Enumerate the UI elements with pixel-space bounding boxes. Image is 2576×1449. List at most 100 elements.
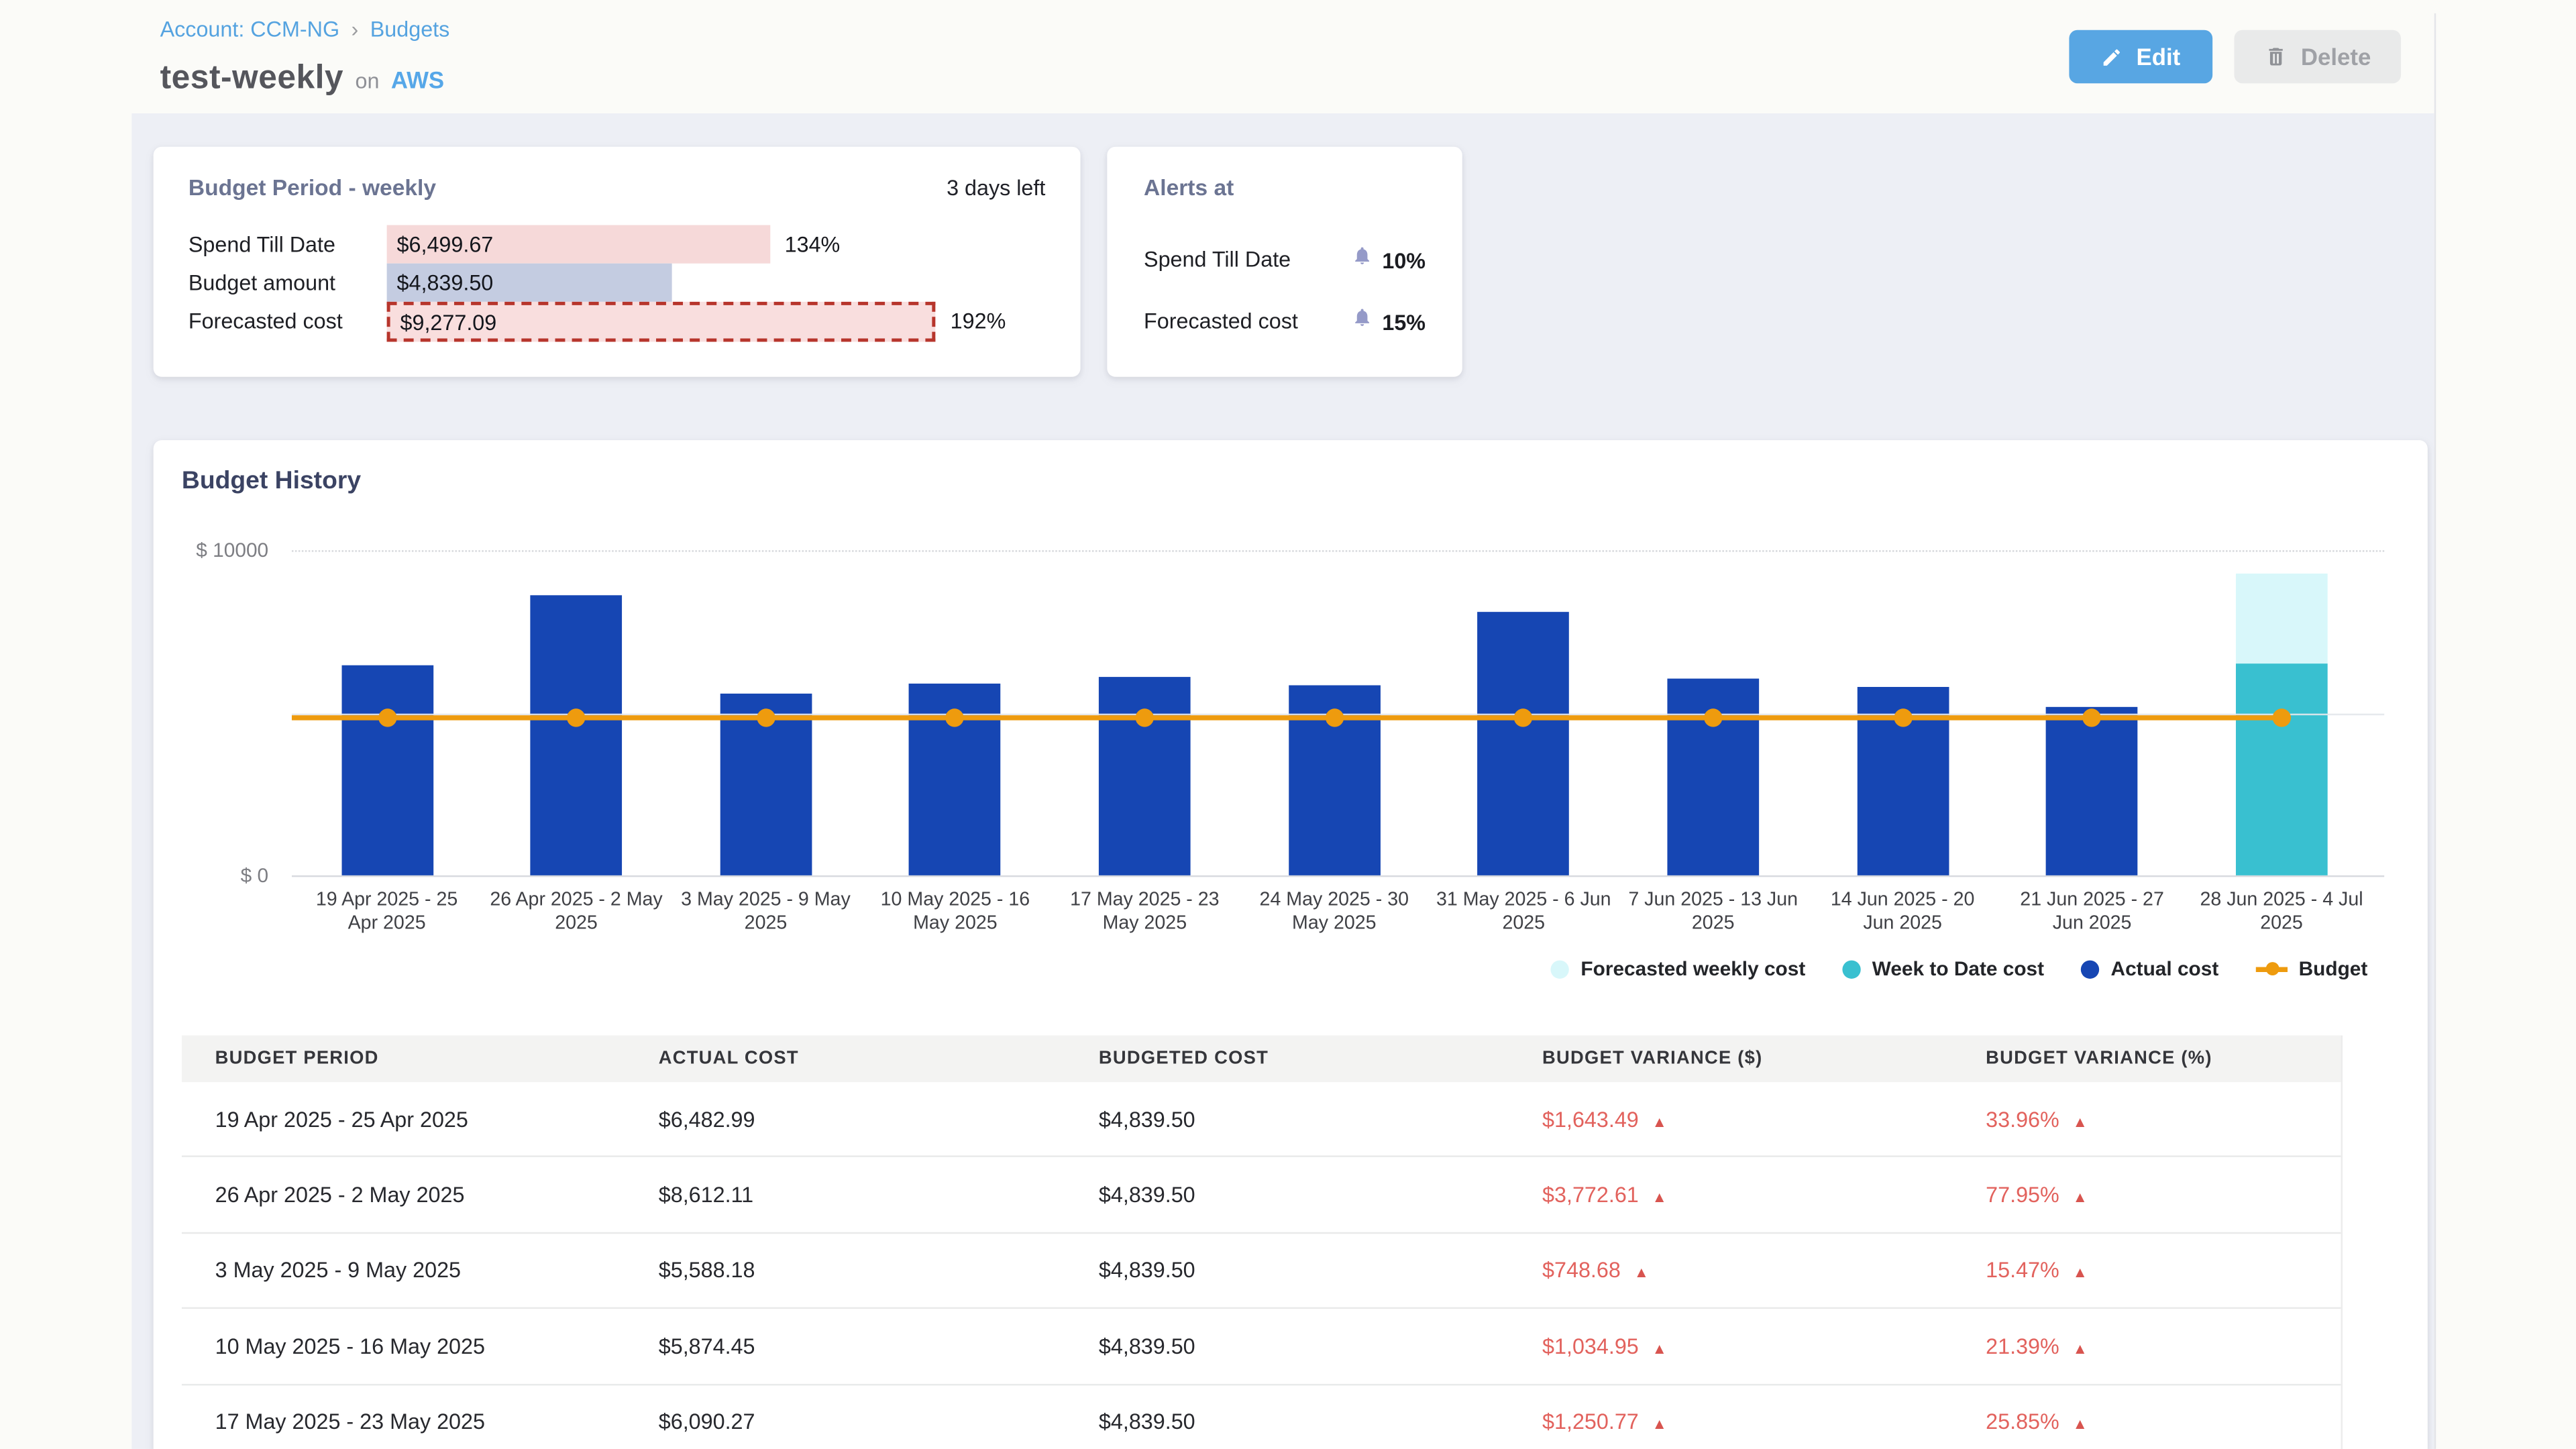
spend-till-date-value: $6,499.67 (387, 231, 494, 256)
budget-amount-bar: $4,839.50 (387, 264, 673, 302)
x-axis-label: 17 May 2025 - 23May 2025 (1044, 889, 1244, 936)
days-left-label: 3 days left (947, 175, 1045, 200)
trend-up-icon: ▲ (1652, 1340, 1667, 1357)
trend-up-icon: ▲ (2073, 1189, 2088, 1205)
cell-budget-period: 26 Apr 2025 - 2 May 2025 (182, 1182, 625, 1207)
forecasted-cost-row: Forecasted cost $9,277.09 192% (154, 302, 1081, 340)
x-axis-label: 28 Jun 2025 - 4 Jul2025 (2182, 889, 2381, 936)
actual-cost-bar[interactable] (1099, 678, 1191, 875)
legend-label: Actual cost (2111, 957, 2219, 981)
table-row: 3 May 2025 - 9 May 2025$5,588.18$4,839.5… (182, 1234, 2341, 1309)
alert-spend-threshold: 10% (1382, 248, 1426, 272)
x-axis-label: 24 May 2025 - 30May 2025 (1234, 889, 1434, 936)
breadcrumb: Account: CCM-NG›Budgets (160, 17, 450, 42)
table-header-cell: BUDGETED COST (1065, 1049, 1509, 1069)
budget-detail-page: Account: CCM-NG›Budgets test-weekly on A… (0, 0, 2576, 1449)
cell-budget-variance-pct: 33.96%▲ (1952, 1107, 2341, 1132)
alert-spend-label: Spend Till Date (1144, 247, 1291, 272)
scrollbar-track-border (2434, 13, 2436, 1449)
x-axis-label: 7 Jun 2025 - 13 Jun2025 (1613, 889, 1813, 936)
x-axis-label: 3 May 2025 - 9 May2025 (665, 889, 865, 936)
trash-icon (2264, 45, 2288, 68)
cell-budget-period: 3 May 2025 - 9 May 2025 (182, 1258, 625, 1283)
cell-budgeted-cost: $4,839.50 (1065, 1258, 1509, 1283)
table-row: 17 May 2025 - 23 May 2025$6,090.27$4,839… (182, 1385, 2341, 1449)
actual-cost-bar[interactable] (2046, 706, 2138, 875)
alert-row-forecast: Forecasted cost 15% (1107, 307, 1462, 337)
edit-button[interactable]: Edit (2069, 30, 2212, 84)
budget-line (292, 715, 2282, 720)
legend-label: Budget (2299, 957, 2368, 981)
budget-line-point (2272, 709, 2290, 727)
forecasted-cost-bar: $9,277.09 (387, 302, 936, 342)
breadcrumb-account-link[interactable]: Account: CCM-NG (160, 17, 340, 42)
cell-actual-cost: $5,588.18 (625, 1258, 1065, 1283)
cell-actual-cost: $5,874.45 (625, 1334, 1065, 1358)
cell-budget-variance-pct: 25.85%▲ (1952, 1409, 2341, 1434)
y-axis-max-label: $ 10000 (186, 539, 268, 562)
cell-budget-period: 17 May 2025 - 23 May 2025 (182, 1409, 625, 1434)
legend-item-week-to-date-cost[interactable]: Week to Date cost (1842, 957, 2044, 981)
title-on-text: on (356, 68, 380, 93)
x-axis-label: 31 May 2025 - 6 Jun2025 (1424, 889, 1623, 936)
legend-item-actual-cost[interactable]: Actual cost (2081, 957, 2219, 981)
bell-icon (1352, 307, 1373, 337)
cell-budgeted-cost: $4,839.50 (1065, 1107, 1509, 1132)
cell-budget-variance-usd: $1,643.49▲ (1509, 1107, 1952, 1132)
trend-up-icon: ▲ (1652, 1113, 1667, 1130)
trend-up-icon: ▲ (2073, 1265, 2088, 1281)
budget-line-point (757, 709, 775, 727)
x-axis-line (292, 875, 2384, 877)
page-title-row: test-weekly on AWS (160, 60, 445, 98)
legend-label: Week to Date cost (1872, 957, 2044, 981)
cell-budget-period: 19 Apr 2025 - 25 Apr 2025 (182, 1107, 625, 1132)
budget-table: BUDGET PERIODACTUAL COSTBUDGETED COSTBUD… (182, 1035, 2341, 1449)
budget-line-point (1325, 709, 1343, 727)
cell-budget-variance-usd: $1,034.95▲ (1509, 1334, 1952, 1358)
breadcrumb-budgets-link[interactable]: Budgets (370, 17, 450, 42)
budget-amount-row: Budget amount $4,839.50 (154, 264, 1081, 302)
actual-cost-bar[interactable] (341, 665, 433, 875)
budget-amount-value: $4,839.50 (387, 270, 494, 295)
table-header-cell: BUDGET PERIOD (182, 1049, 625, 1069)
cell-actual-cost: $6,482.99 (625, 1107, 1065, 1132)
table-header-cell: BUDGET VARIANCE ($) (1509, 1049, 1952, 1069)
legend-label: Forecasted weekly cost (1580, 957, 1805, 981)
budget-period-title: Budget Period - weekly (189, 175, 436, 200)
alert-forecast-label: Forecasted cost (1144, 309, 1298, 333)
chart-legend: Forecasted weekly cost Week to Date cost A… (1551, 954, 2368, 984)
legend-item-budget[interactable]: Budget (2255, 957, 2367, 981)
budget-history-title: Budget History (182, 467, 361, 495)
actual-cost-bar[interactable] (531, 595, 623, 875)
spend-till-date-row: Spend Till Date $6,499.67 134% (154, 225, 1081, 264)
trend-up-icon: ▲ (2073, 1113, 2088, 1130)
legend-dot-icon (2081, 959, 2099, 977)
cell-budgeted-cost: $4,839.50 (1065, 1409, 1509, 1434)
legend-dot-icon (1551, 959, 1569, 977)
title-platform: AWS (391, 66, 444, 93)
forecasted-cost-label: Forecasted cost (189, 309, 343, 333)
budget-line-point (1893, 709, 1911, 727)
cell-budget-variance-usd: $3,772.61▲ (1509, 1182, 1952, 1207)
x-axis-label: 14 Jun 2025 - 20Jun 2025 (1803, 889, 2002, 936)
actual-cost-bar[interactable] (1478, 612, 1570, 875)
legend-item-forecasted-weekly-cost[interactable]: Forecasted weekly cost (1551, 957, 1806, 981)
budget-line-point (1704, 709, 1722, 727)
cell-budget-variance-pct: 21.39%▲ (1952, 1334, 2341, 1358)
cell-actual-cost: $8,612.11 (625, 1182, 1065, 1207)
table-header-cell: ACTUAL COST (625, 1049, 1065, 1069)
spend-till-date-bar: $6,499.67 (387, 225, 770, 264)
pencil-icon (2101, 46, 2123, 67)
alert-row-spend: Spend Till Date 10% (1107, 245, 1462, 275)
trend-up-icon: ▲ (2073, 1340, 2088, 1357)
x-axis-label: 19 Apr 2025 - 25Apr 2025 (286, 889, 486, 936)
week-to-date-cost-bar[interactable] (2236, 664, 2328, 875)
trend-up-icon: ▲ (1634, 1265, 1649, 1281)
x-axis-label: 26 Apr 2025 - 2 May2025 (476, 889, 676, 936)
page-title: test-weekly (160, 60, 344, 98)
cell-budget-variance-pct: 15.47%▲ (1952, 1258, 2341, 1283)
cell-budget-variance-usd: $748.68▲ (1509, 1258, 1952, 1283)
budget-legend-marker-icon (2255, 966, 2287, 971)
cell-budget-variance-usd: $1,250.77▲ (1509, 1409, 1952, 1434)
delete-button[interactable]: Delete (2234, 30, 2401, 84)
